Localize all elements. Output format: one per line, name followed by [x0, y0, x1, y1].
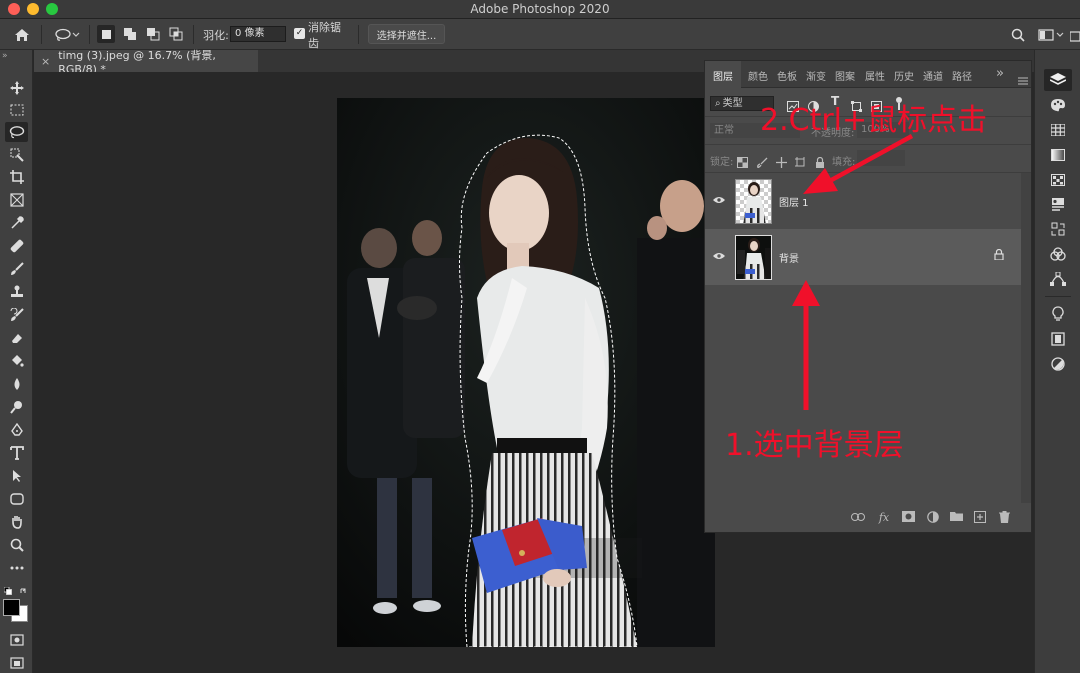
- arrow-to-layer1: [803, 134, 914, 194]
- arrow-to-background: [792, 280, 820, 410]
- annotation-arrows: [792, 134, 914, 410]
